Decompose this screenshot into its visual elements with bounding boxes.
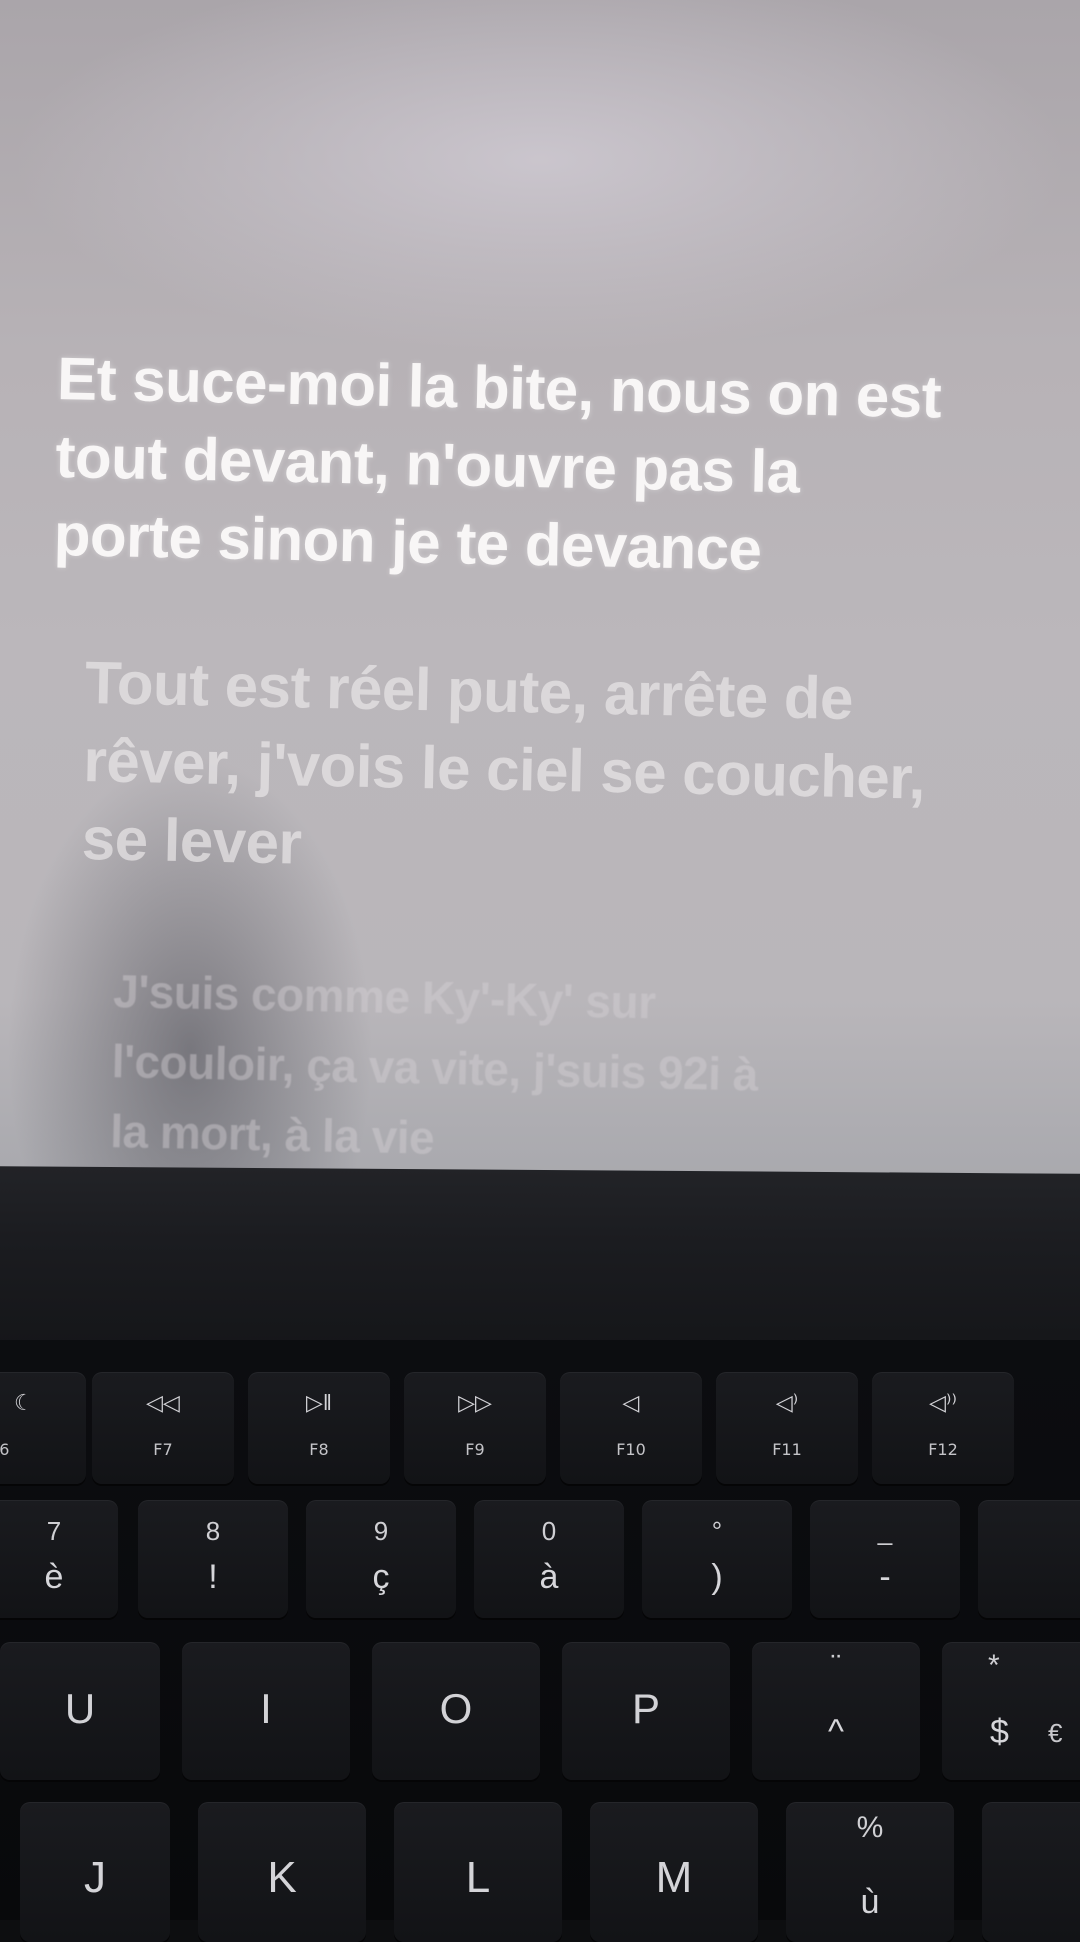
key-dollar-shift: * [988,1649,1000,1682]
key-u-label: U [64,1685,96,1732]
key-i-label: I [260,1685,272,1732]
key-f8[interactable]: ▷ǁ F8 [248,1372,390,1484]
key-f6[interactable]: ☾ F6 [0,1372,86,1484]
key-degree-shift: ° [711,1516,723,1546]
key-minus-base: - [879,1558,891,1596]
key-minus[interactable]: _ - [810,1500,960,1618]
key-f11-label: F11 [772,1440,802,1459]
next-lyric-line[interactable]: Tout est réel pute, arrête de rêver, j'v… [81,644,946,896]
key-8-shift: 8 [205,1516,221,1546]
volume-up-icon: ◁⁾⁾ [929,1390,957,1415]
key-dollar[interactable]: * $ € [942,1642,1080,1780]
key-u[interactable]: U [0,1642,160,1780]
fast-forward-icon: ▷▷ [458,1390,492,1415]
rewind-icon: ◁◁ [146,1390,180,1415]
current-lyric-line[interactable]: Et suce-moi la bite, nous on est tout de… [53,340,1018,594]
laptop-screen: Et suce-moi la bite, nous on est tout de… [0,0,1080,1175]
key-f9[interactable]: ▷▷ F9 [404,1372,546,1484]
key-hash[interactable] [982,1802,1080,1942]
key-m-label: M [655,1853,693,1902]
key-percent[interactable]: % ù [786,1802,954,1942]
key-f10-label: F10 [616,1440,646,1459]
key-caret[interactable]: ¨ ^ [752,1642,920,1780]
key-percent-base: ù [860,1883,880,1921]
play-pause-icon: ▷ǁ [305,1390,332,1415]
key-i[interactable]: I [182,1642,350,1780]
upcoming-lyric-line[interactable]: J'suis comme Ky'-Ky' sur l'couloir, ça v… [110,956,934,1175]
key-0[interactable]: 0 à [474,1500,624,1618]
key-f11[interactable]: ◁⁾ F11 [716,1372,858,1484]
key-percent-shift: % [856,1811,884,1844]
key-caret-shift: ¨ [831,1649,841,1682]
mute-icon: ◁ [622,1390,640,1415]
key-7-shift: 7 [46,1516,62,1546]
key-dollar-alt: € [1048,1718,1063,1748]
key-degree[interactable]: ° ) [642,1500,792,1618]
key-degree-base: ) [711,1558,723,1596]
key-9-base: ç [372,1558,390,1596]
key-p-label: P [631,1685,660,1732]
key-f12-label: F12 [928,1440,958,1459]
volume-down-icon: ◁⁾ [775,1390,799,1415]
key-j[interactable]: J [20,1802,170,1942]
key-equals[interactable] [978,1500,1080,1618]
key-j-label: J [84,1853,106,1902]
laptop-bezel [0,1166,1080,1354]
keyboard: ☾ F6 ◁◁ F7 ▷ǁ F8 ▷▷ F9 ◁ F10 ◁⁾ F11 ◁⁾⁾ … [0,1340,1080,1942]
key-f10[interactable]: ◁ F10 [560,1372,702,1484]
key-l[interactable]: L [394,1802,562,1942]
key-m[interactable]: M [590,1802,758,1942]
key-9[interactable]: 9 ç [306,1500,456,1618]
key-f6-label: F6 [0,1440,10,1459]
key-minus-shift: _ [877,1516,893,1546]
key-0-shift: 0 [541,1516,557,1546]
key-f9-label: F9 [465,1440,485,1459]
key-f7-label: F7 [153,1440,173,1459]
key-9-shift: 9 [373,1516,389,1546]
key-7[interactable]: 7 è [0,1500,118,1618]
key-l-label: L [465,1853,491,1902]
key-8[interactable]: 8 ! [138,1500,288,1618]
key-o[interactable]: O [372,1642,540,1780]
key-k[interactable]: K [198,1802,366,1942]
key-8-base: ! [208,1558,218,1596]
key-f12[interactable]: ◁⁾⁾ F12 [872,1372,1014,1484]
moon-icon: ☾ [14,1390,34,1415]
key-caret-base: ^ [828,1713,844,1751]
key-k-label: K [267,1853,297,1902]
key-0-base: à [539,1558,559,1596]
key-f8-label: F8 [309,1440,329,1459]
key-p[interactable]: P [562,1642,730,1780]
lyrics-view: Et suce-moi la bite, nous on est tout de… [53,340,1018,1166]
key-o-label: O [439,1685,473,1732]
key-f7[interactable]: ◁◁ F7 [92,1372,234,1484]
key-7-base: è [44,1558,64,1596]
